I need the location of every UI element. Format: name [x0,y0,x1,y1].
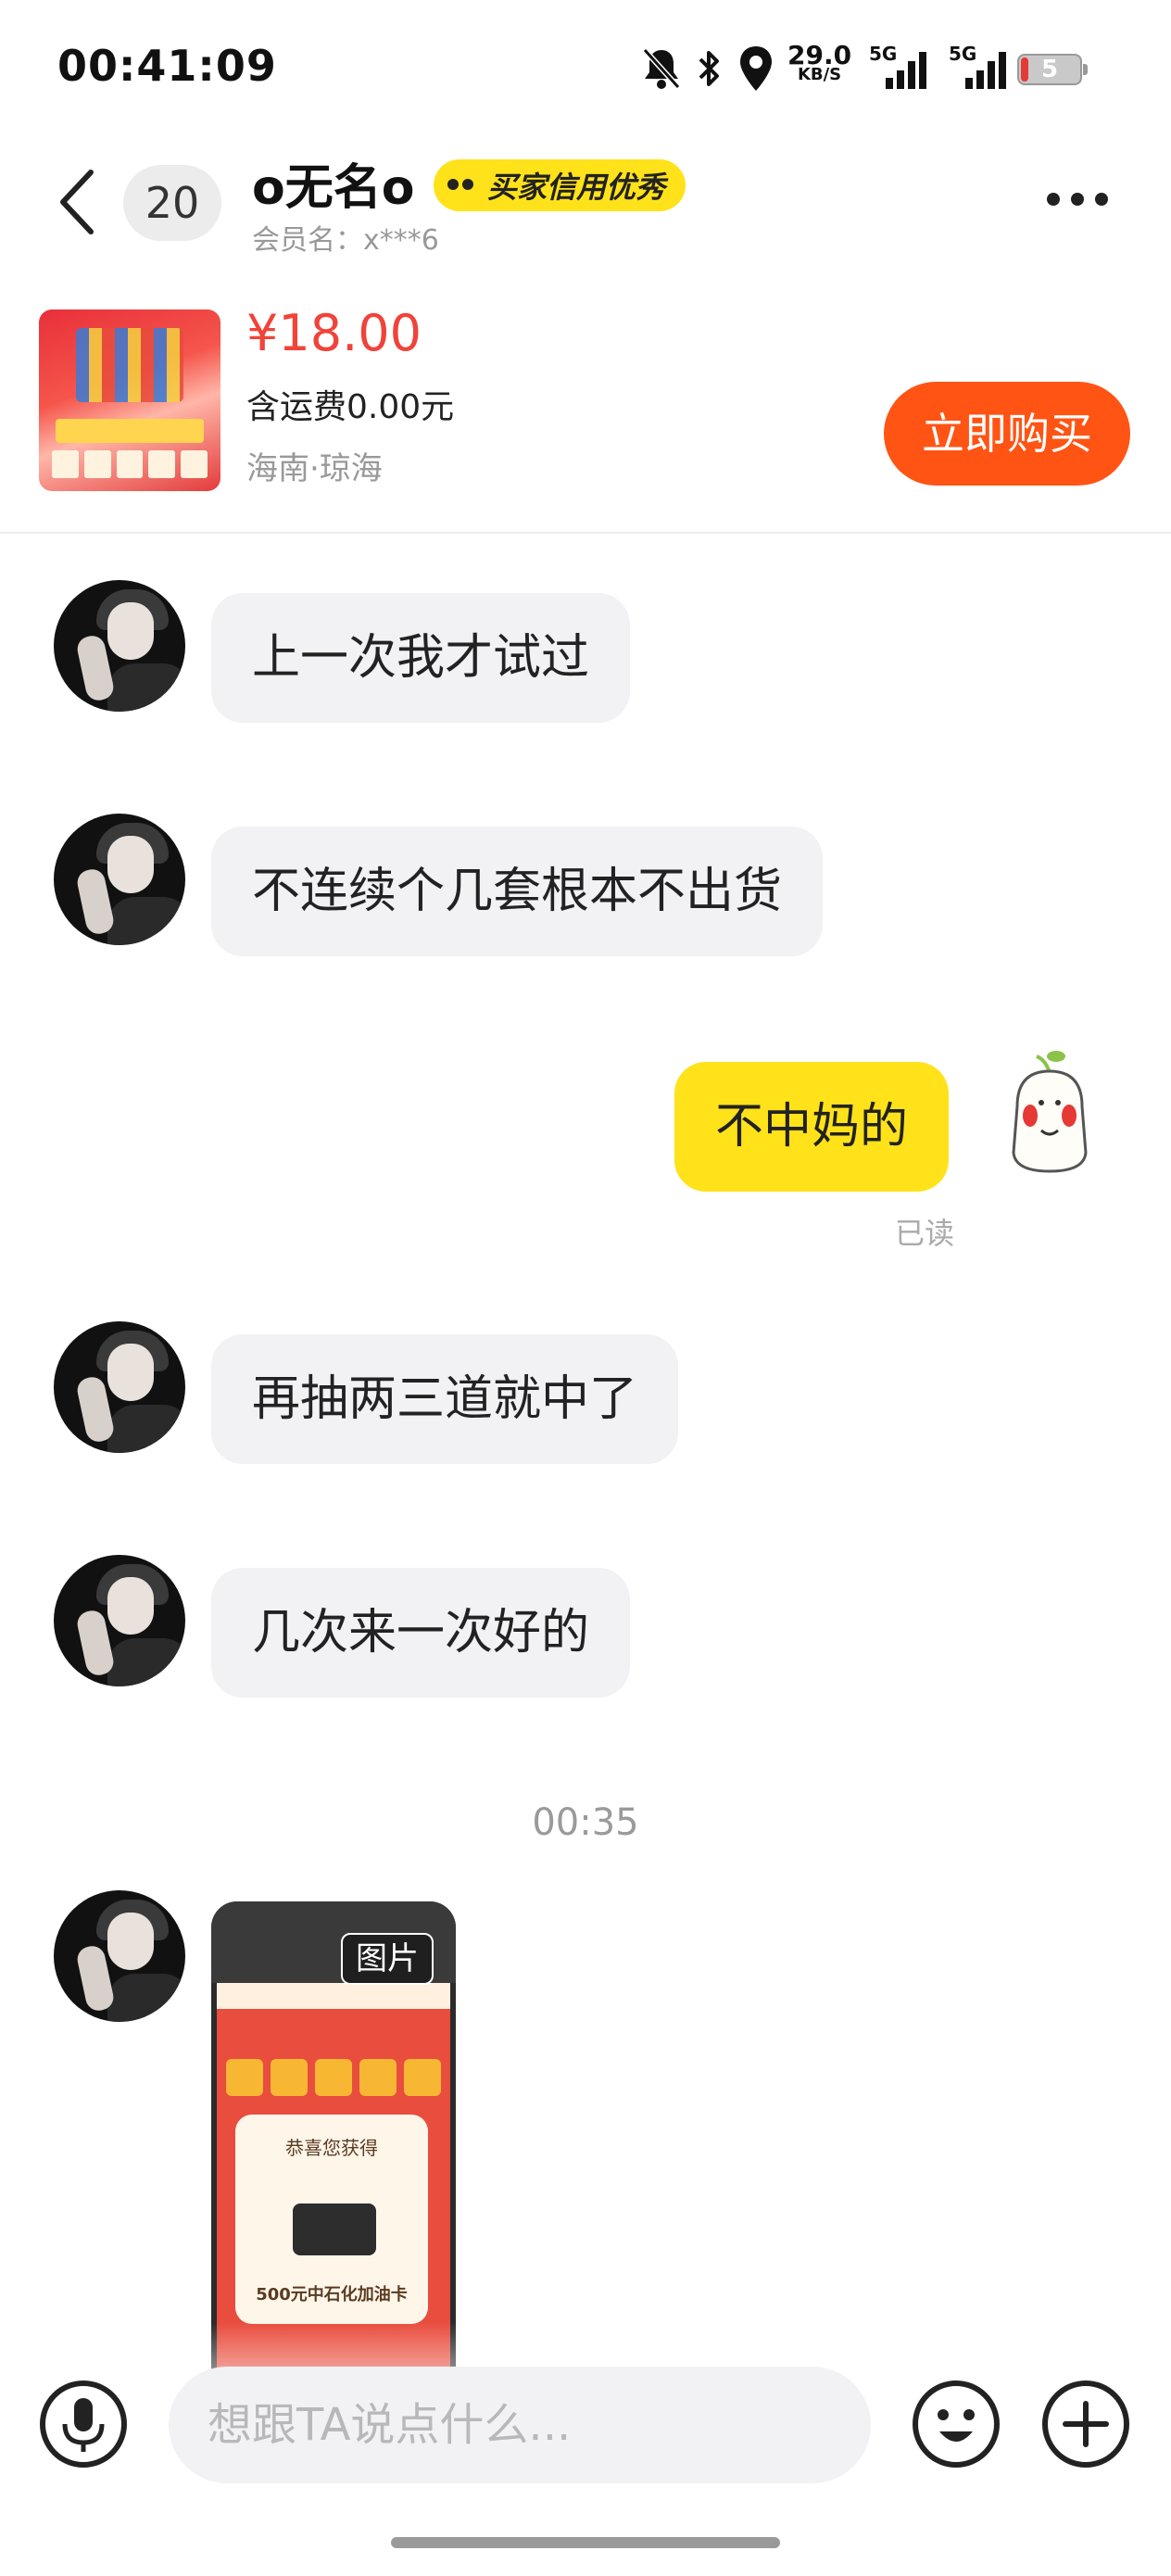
unread-count-badge[interactable]: 20 [123,165,221,241]
signal-bars-icon [965,52,1006,89]
signal-sim1: 5G [860,43,934,91]
contact-avatar[interactable] [54,1890,185,2022]
contact-avatar[interactable] [54,580,185,712]
read-receipt: 已读 [895,1216,955,1251]
location-icon [740,46,772,91]
contact-avatar[interactable] [54,1555,185,1686]
product-price: ¥18.00 [246,304,422,362]
product-shipping: 含运费0.00元 [246,388,455,426]
contact-avatar[interactable] [54,814,185,945]
message-bubble-incoming[interactable]: 几次来一次好的 [211,1568,631,1698]
message-input[interactable]: 想跟TA说点什么... [169,2367,871,2483]
plus-icon[interactable] [1041,2380,1130,2469]
credit-face-icon [439,164,482,207]
home-indicator[interactable] [391,2537,780,2548]
prize-card-text: 500元中石化加油卡 [256,2285,408,2305]
smiley-icon[interactable] [912,2380,1001,2469]
signal-bars-icon [886,52,926,89]
network-speed: 29.0 KB/S [787,40,852,84]
signal-sim2: 5G [945,43,1019,91]
contact-avatar[interactable] [54,1321,185,1453]
bluetooth-icon [699,51,719,86]
header-divider [0,532,1171,534]
buy-now-button[interactable]: 立即购买 [884,382,1130,486]
message-timestamp: 00:35 [532,1801,639,1844]
microphone-icon[interactable] [39,2380,128,2469]
status-bar: 00:41:09 29.0 KB/S 5G 5G 5 [0,0,1171,139]
product-location: 海南·琼海 [246,450,383,487]
image-tag: 图片 [341,1933,434,1985]
status-time: 00:41:09 [57,41,277,91]
gift-card-icon [293,2203,376,2255]
message-bubble-incoming[interactable]: 再抽两三道就中了 [211,1334,679,1464]
credit-badge: 买家信用优秀 [434,159,686,211]
message-bubble-outgoing[interactable]: 不中妈的 [674,1062,950,1192]
prize-card-title: 恭喜您获得 [285,2137,378,2159]
member-name: 会员名：x***6 [252,224,439,257]
prize-card: 恭喜您获得 500元中石化加油卡 [235,2115,428,2324]
contact-nickname[interactable]: o无名o [252,148,414,218]
battery-icon: 5 [1017,54,1088,85]
product-thumbnail[interactable] [39,309,220,491]
self-avatar-sticker[interactable] [999,1042,1101,1181]
mute-bell-icon [642,47,681,90]
message-bubble-incoming[interactable]: 上一次我才试过 [211,593,631,723]
more-options-icon[interactable] [1047,193,1108,206]
back-chevron-icon[interactable] [56,165,100,239]
message-bubble-incoming[interactable]: 不连续个几套根本不出货 [211,827,824,956]
